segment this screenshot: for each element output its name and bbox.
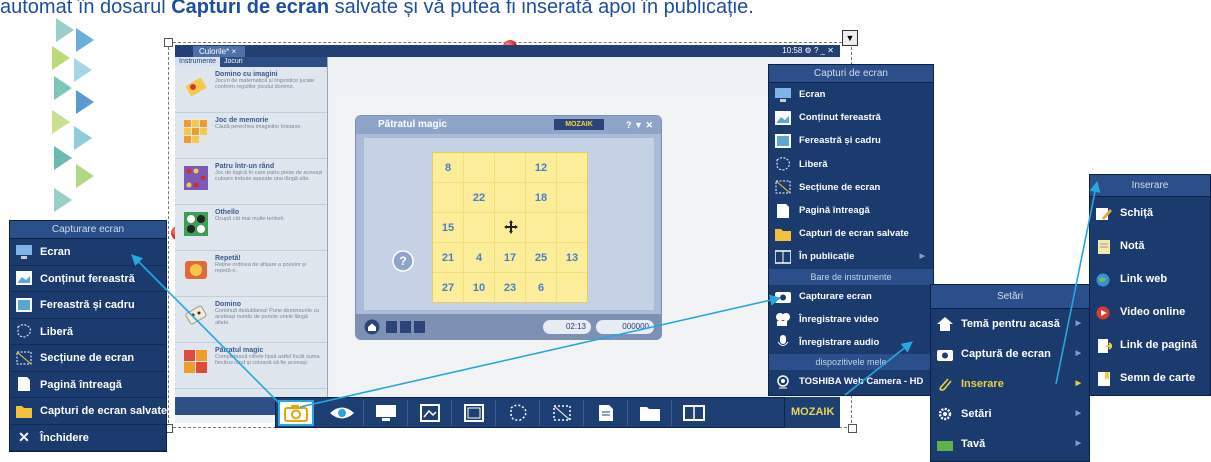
callout-arrows xyxy=(131,180,1101,408)
